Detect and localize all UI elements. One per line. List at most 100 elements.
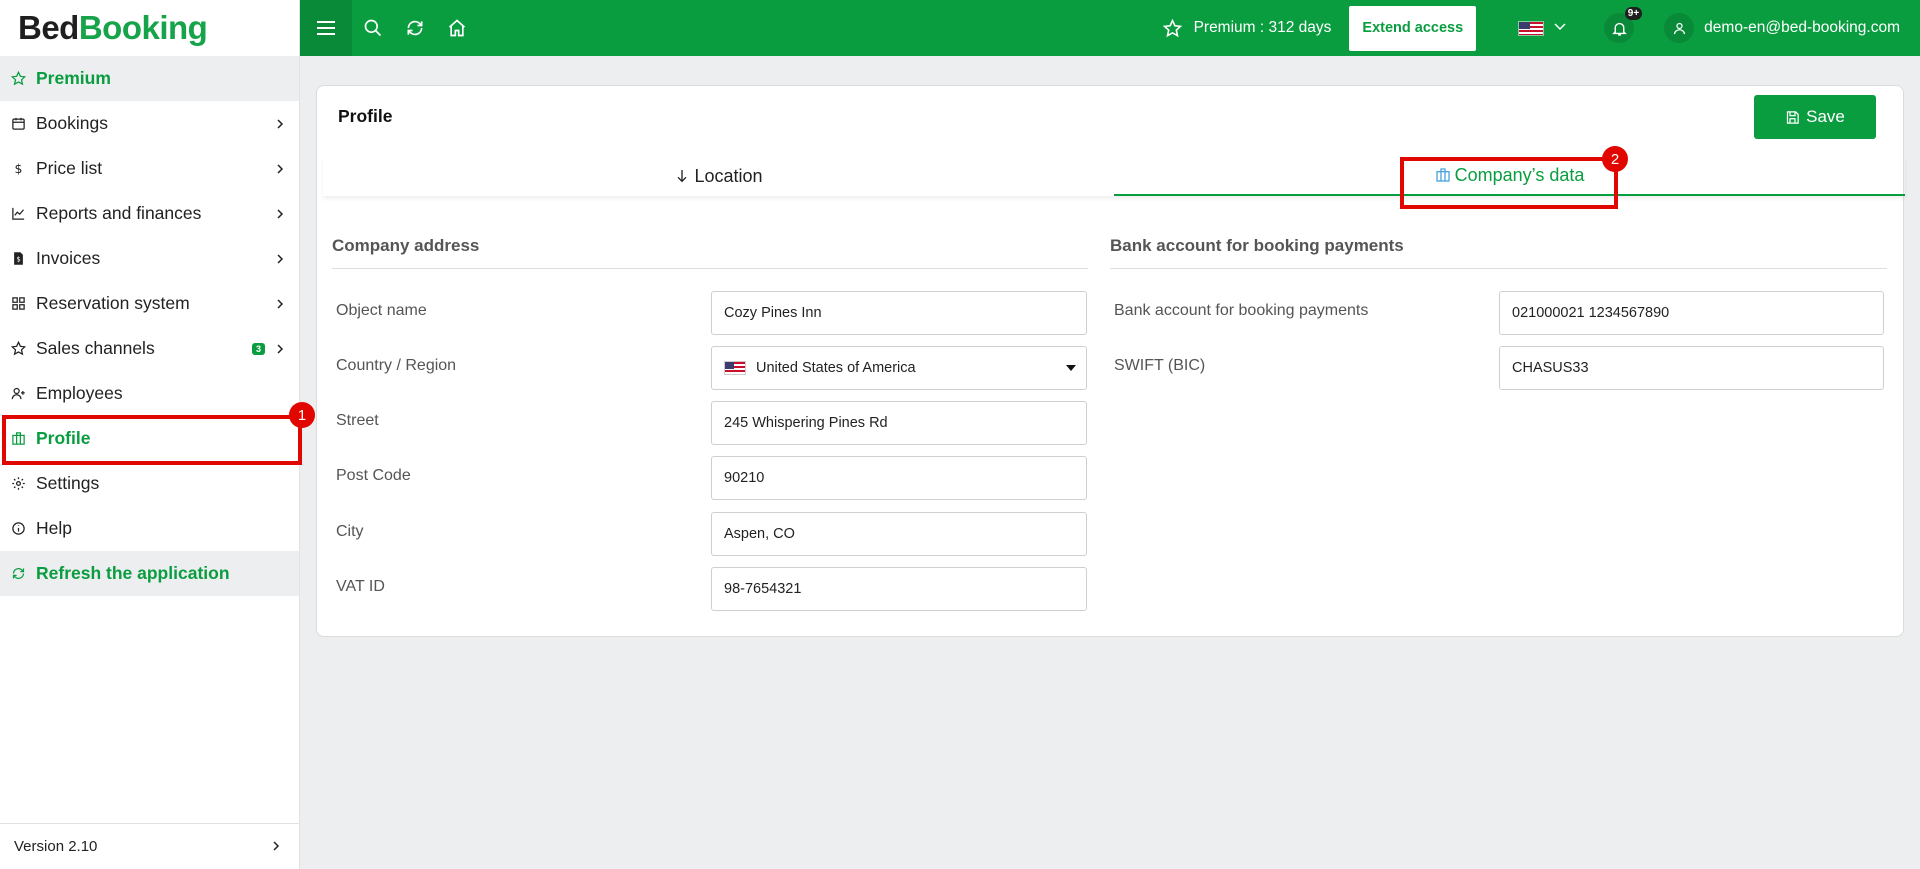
vat-id-input[interactable]: 98-7654321 — [711, 567, 1087, 611]
sidebar-item-help[interactable]: Help — [0, 506, 299, 551]
sidebar-item-settings[interactable]: Settings — [0, 461, 299, 506]
premium-days-label: Premium : 312 days — [1193, 19, 1332, 36]
svg-text:$: $ — [16, 256, 20, 264]
save-button[interactable]: Save — [1754, 95, 1876, 139]
app-logo[interactable]: Bed Booking — [0, 0, 299, 56]
premium-status[interactable]: Premium : 312 days — [1162, 18, 1332, 38]
refresh-icon — [10, 566, 26, 582]
city-input[interactable]: Aspen, CO — [711, 512, 1087, 556]
sidebar-item-price-list[interactable]: $ Price list — [0, 146, 299, 191]
version-label: Version 2.10 — [14, 838, 98, 855]
annotation-marker-1: 1 — [289, 402, 315, 428]
sidebar-item-premium[interactable]: Premium — [0, 56, 299, 101]
svg-text:$: $ — [14, 161, 22, 176]
profile-card: Profile Save Location Company’s data Com… — [316, 85, 1905, 637]
save-button-label: Save — [1806, 107, 1845, 126]
sidebar-item-profile[interactable]: Profile — [0, 416, 299, 461]
search-icon[interactable] — [352, 0, 394, 56]
sidebar-item-label: Premium — [36, 68, 111, 88]
sidebar-item-invoices[interactable]: $ Invoices — [0, 236, 299, 281]
sidebar: Bed Booking Premium Bookings $ Price list… — [0, 0, 300, 869]
company-address-title: Company address — [332, 236, 480, 255]
grid-icon — [10, 296, 26, 312]
invoice-icon: $ — [10, 251, 26, 267]
tab-label: Company’s data — [1454, 164, 1585, 185]
bell-icon — [1611, 22, 1627, 36]
chevron-down-icon — [1544, 19, 1566, 37]
chevron-right-icon — [275, 343, 285, 354]
sidebar-item-reservation-system[interactable]: Reservation system — [0, 281, 299, 326]
user-menu[interactable]: demo-en@bed-booking.com — [1664, 13, 1900, 43]
country-region-select[interactable]: United States of America — [711, 346, 1087, 390]
language-dropdown[interactable] — [1518, 19, 1566, 37]
country-value: United States of America — [756, 360, 916, 376]
chevron-right-icon — [271, 838, 281, 855]
post-code-input[interactable]: 90210 — [711, 456, 1087, 500]
bank-account-title: Bank account for booking payments — [1110, 236, 1404, 255]
us-flag-icon — [1518, 20, 1545, 36]
refresh-icon[interactable] — [394, 0, 436, 56]
dollar-icon: $ — [10, 161, 26, 177]
sidebar-item-reports[interactable]: Reports and finances — [0, 191, 299, 236]
sidebar-item-employees[interactable]: Employees — [0, 371, 299, 416]
sidebar-item-sales-channels[interactable]: Sales channels 3 — [0, 326, 299, 371]
tab-location[interactable]: Location — [323, 156, 1114, 196]
extend-access-button[interactable]: Extend access — [1349, 5, 1477, 51]
sidebar-item-label: Sales channels — [36, 338, 155, 358]
chevron-right-icon — [275, 118, 285, 129]
chevron-right-icon — [275, 253, 285, 264]
chart-line-icon — [10, 206, 26, 222]
bank-account-input[interactable]: 021000021 1234567890 — [1499, 291, 1884, 335]
tab-company-data[interactable]: Company’s data — [1114, 156, 1905, 196]
caret-down-icon — [1066, 365, 1076, 371]
us-flag-icon — [724, 361, 746, 375]
divider — [332, 268, 1088, 269]
sidebar-item-label: Help — [36, 518, 72, 538]
bank-account-label: Bank account for booking payments — [1114, 302, 1369, 319]
user-avatar-icon — [1664, 13, 1695, 43]
sidebar-item-bookings[interactable]: Bookings — [0, 101, 299, 146]
calendar-icon — [10, 116, 26, 132]
info-icon — [10, 521, 26, 537]
star-icon — [10, 71, 26, 87]
gear-icon — [10, 476, 26, 492]
street-label: Street — [336, 412, 379, 429]
home-icon[interactable] — [436, 0, 478, 56]
street-input[interactable]: 245 Whispering Pines Rd — [711, 401, 1087, 445]
object-name-label: Object name — [336, 302, 427, 319]
hamburger-menu-icon[interactable] — [300, 0, 352, 56]
star-icon — [1162, 18, 1182, 37]
user-email: demo-en@bed-booking.com — [1704, 19, 1900, 36]
user-plus-icon — [10, 386, 26, 402]
object-name-input[interactable]: Cozy Pines Inn — [711, 291, 1087, 335]
sidebar-item-label: Invoices — [36, 248, 101, 268]
chevron-right-icon — [275, 163, 285, 174]
sidebar-item-label: Profile — [36, 428, 91, 448]
version-footer[interactable]: Version 2.10 — [0, 823, 299, 869]
top-bar: Premium : 312 days Extend access 9+ demo… — [300, 0, 1920, 56]
sidebar-item-label: Reports and finances — [36, 203, 202, 223]
floppy-disk-icon — [1787, 110, 1799, 124]
sidebar-item-label: Settings — [36, 473, 100, 493]
star-icon — [10, 341, 26, 357]
post-code-label: Post Code — [336, 467, 411, 484]
sidebar-item-label: Price list — [36, 158, 103, 178]
building-icon — [10, 431, 26, 447]
sidebar-menu: Premium Bookings $ Price list Reports an… — [0, 56, 299, 596]
building-icon — [1435, 168, 1450, 182]
logo-text-booking: Booking — [78, 9, 208, 46]
sidebar-item-label: Refresh the application — [36, 563, 230, 583]
divider — [1110, 268, 1887, 269]
tab-label: Location — [694, 165, 763, 186]
arrow-down-icon — [677, 170, 687, 183]
swift-bic-input[interactable]: CHASUS33 — [1499, 346, 1884, 390]
sidebar-item-refresh[interactable]: Refresh the application — [0, 551, 299, 596]
swift-bic-label: SWIFT (BIC) — [1114, 357, 1206, 374]
sidebar-item-label: Reservation system — [36, 293, 190, 313]
sidebar-item-label: Employees — [36, 383, 123, 403]
chevron-right-icon — [275, 298, 285, 309]
sidebar-item-label: Bookings — [36, 113, 108, 133]
profile-tabs: Location Company’s data — [323, 156, 1905, 196]
vat-id-label: VAT ID — [336, 578, 385, 595]
notifications-button[interactable]: 9+ — [1604, 7, 1643, 43]
